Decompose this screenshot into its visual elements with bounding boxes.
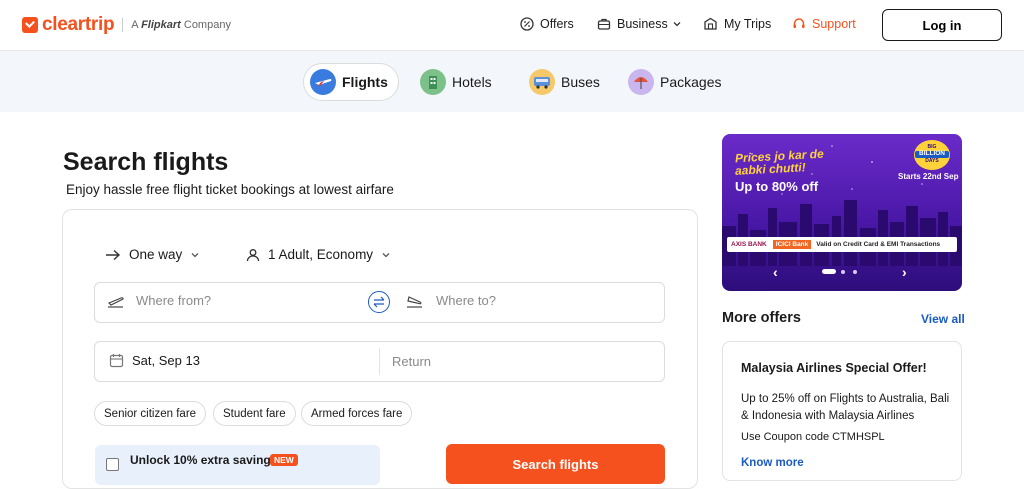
to-field[interactable]: Where to?: [406, 293, 496, 308]
logo-tagline: A Flipkart Company: [131, 19, 231, 31]
know-more-link[interactable]: Know more: [741, 457, 804, 469]
big-billion-days-seal: BIG BILLION DAYS: [914, 140, 950, 170]
from-field[interactable]: Where from?: [107, 293, 211, 308]
nav-support[interactable]: Support: [792, 17, 856, 31]
tab-packages[interactable]: Packages: [622, 63, 731, 101]
depart-date-field[interactable]: Sat, Sep 13: [109, 353, 200, 368]
travellers-select[interactable]: 1 Adult, Economy: [246, 247, 391, 262]
date-divider: [379, 348, 380, 375]
axis-bank-logo: AXIS BANK: [731, 241, 767, 248]
depart-date-value: Sat, Sep 13: [132, 353, 200, 368]
offer-body: Up to 25% off on Flights to Australia, B…: [741, 393, 950, 422]
takeoff-icon: [107, 296, 124, 308]
chip-senior-citizen[interactable]: Senior citizen fare: [94, 401, 207, 426]
nav-business[interactable]: Business: [597, 17, 682, 31]
bus-icon: [529, 69, 555, 95]
logo-mark-icon: [22, 17, 38, 33]
nav-support-label: Support: [812, 17, 856, 31]
unlock-checkbox[interactable]: [106, 458, 119, 471]
return-placeholder: Return: [392, 354, 432, 369]
nav-my-trips-label: My Trips: [724, 17, 772, 31]
tab-flights[interactable]: Flights: [303, 63, 399, 101]
swap-icon: [373, 296, 385, 308]
umbrella-icon: [628, 69, 654, 95]
offer-title: Malaysia Airlines Special Offer!: [741, 361, 927, 375]
tab-hotels[interactable]: Hotels: [414, 63, 502, 101]
top-header: cleartrip A Flipkart Company Offers Busi…: [0, 0, 1024, 50]
login-button[interactable]: Log in: [882, 9, 1002, 41]
offers-icon: [520, 17, 534, 31]
bank-terms: Valid on Credit Card & EMI Transactions: [816, 241, 941, 248]
tab-flights-label: Flights: [342, 74, 388, 90]
briefcase-icon: [597, 18, 611, 30]
person-icon: [246, 248, 260, 261]
nav-business-label: Business: [617, 17, 668, 31]
unlock-savings-banner: Unlock 10% extra savings NEW: [95, 445, 380, 485]
bank-offer-strip: AXIS BANK ICICI Bank Valid on Credit Car…: [727, 237, 957, 252]
banner-discount: Up to 80% off: [735, 179, 819, 194]
carousel-dot-active[interactable]: [822, 269, 836, 274]
logo-text: cleartrip: [42, 14, 115, 35]
headset-icon: [793, 18, 805, 28]
carousel-dot[interactable]: [853, 269, 857, 274]
nav-my-trips[interactable]: My Trips: [703, 17, 771, 31]
product-tab-bar: Flights Hotels Buses Packages: [0, 50, 1024, 112]
to-placeholder: Where to?: [436, 293, 496, 308]
tab-packages-label: Packages: [660, 74, 722, 90]
swap-button[interactable]: [368, 291, 390, 313]
tab-buses[interactable]: Buses: [523, 63, 610, 101]
offer-card[interactable]: Malaysia Airlines Special Offer! Up to 2…: [722, 341, 962, 481]
tab-buses-label: Buses: [561, 74, 600, 90]
travellers-value: 1 Adult, Economy: [268, 247, 374, 262]
plane-icon: [310, 69, 336, 95]
from-placeholder: Where from?: [136, 293, 212, 308]
trips-icon: [704, 17, 717, 30]
search-flights-button[interactable]: Search flights: [446, 444, 665, 484]
banner-prev-button[interactable]: ‹: [773, 264, 778, 280]
icici-bank-logo: ICICI Bank: [772, 240, 812, 249]
new-badge: NEW: [270, 454, 298, 466]
chevron-down-icon: [382, 252, 390, 257]
nav-offers-label: Offers: [540, 17, 574, 31]
page-subtitle: Enjoy hassle free flight ticket bookings…: [66, 182, 394, 197]
nav-offers[interactable]: Offers: [520, 17, 574, 31]
banner-start-date: Starts 22nd Sep: [898, 172, 959, 181]
offer-coupon: Use Coupon code CTMHSPL: [741, 431, 885, 443]
trip-type-value: One way: [129, 247, 183, 262]
landing-icon: [407, 295, 422, 308]
chip-armed-forces[interactable]: Armed forces fare: [301, 401, 413, 426]
promo-banner[interactable]: Prices jo kar de aabki chutti! Up to 80%…: [722, 134, 962, 291]
carousel-dot[interactable]: [841, 269, 845, 274]
more-offers-heading: More offers: [722, 310, 801, 326]
chevron-down-icon: [191, 252, 199, 257]
chevron-down-icon: [673, 22, 681, 27]
view-all-link[interactable]: View all: [921, 312, 965, 326]
carousel-dots: [822, 269, 857, 274]
arrow-right-icon: [106, 249, 121, 260]
page-title: Search flights: [63, 148, 229, 176]
return-date-field[interactable]: Return: [392, 354, 431, 369]
calendar-icon: [109, 354, 124, 368]
trip-type-select[interactable]: One way: [105, 247, 200, 262]
unlock-text: Unlock 10% extra savings: [130, 453, 278, 467]
logo-divider: [122, 18, 124, 32]
hotel-icon: [420, 69, 446, 95]
chip-student[interactable]: Student fare: [213, 401, 296, 426]
cleartrip-logo[interactable]: cleartrip A Flipkart Company: [22, 14, 231, 36]
banner-next-button[interactable]: ›: [902, 264, 907, 280]
tab-hotels-label: Hotels: [452, 74, 492, 90]
